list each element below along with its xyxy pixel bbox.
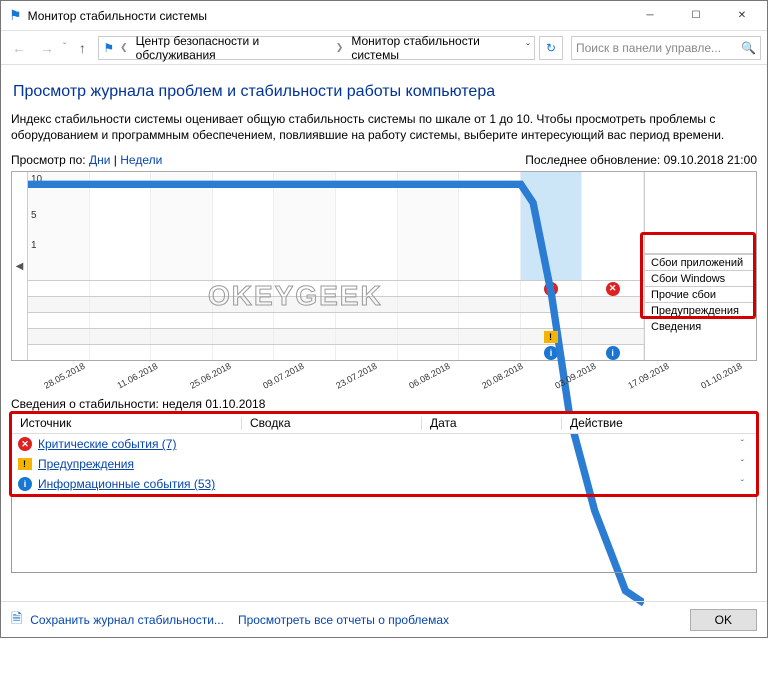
reliability-chart: ◀ 10 5 1 OKEYGEEK ✕✕ ii bbox=[11, 171, 757, 361]
footer: 🗎 Сохранить журнал стабильности... Просм… bbox=[1, 601, 767, 637]
maximize-button[interactable]: ☐ bbox=[673, 1, 719, 30]
search-placeholder: Поиск в панели управле... bbox=[576, 41, 721, 55]
warning-icon bbox=[18, 458, 32, 470]
legend: Сбои приложений Сбои Windows Прочие сбои… bbox=[644, 172, 756, 360]
legend-other-failures: Прочие сбои bbox=[645, 286, 756, 302]
legend-app-failures: Сбои приложений bbox=[645, 254, 756, 270]
view-all-reports-link[interactable]: Просмотреть все отчеты о проблемах bbox=[238, 613, 449, 627]
error-icon: ✕ bbox=[18, 437, 32, 451]
chevron-down-icon[interactable]: ˇ bbox=[741, 479, 750, 490]
back-button[interactable]: ← bbox=[7, 36, 31, 60]
save-report-link[interactable]: Сохранить журнал стабильности... bbox=[30, 613, 224, 627]
row-critical[interactable]: ✕ Критические события (7) ˇ bbox=[12, 434, 756, 454]
search-icon: 🔍 bbox=[741, 41, 756, 55]
info-icon: i bbox=[18, 477, 32, 491]
legend-windows-failures: Сбои Windows bbox=[645, 270, 756, 286]
description: Индекс стабильности системы оценивает об… bbox=[11, 111, 757, 143]
row-warnings[interactable]: Предупреждения ˇ bbox=[12, 454, 756, 474]
chevron-down-icon[interactable]: ˇ bbox=[526, 41, 530, 55]
col-source[interactable]: Источник bbox=[12, 414, 242, 433]
flag-icon: ⚑ bbox=[9, 7, 22, 24]
history-dropdown[interactable]: ˇ bbox=[63, 42, 66, 53]
search-input[interactable]: Поиск в панели управле... 🔍 bbox=[571, 36, 761, 60]
critical-events-link[interactable]: Критические события (7) bbox=[38, 437, 176, 451]
breadcrumb-item-reliability[interactable]: Монитор стабильности системы bbox=[349, 34, 520, 62]
information-link[interactable]: Информационные события (53) bbox=[38, 477, 215, 491]
chevron-down-icon[interactable]: ˇ bbox=[741, 439, 750, 450]
table-header: Источник Сводка Дата Действие bbox=[12, 414, 756, 434]
ok-button[interactable]: OK bbox=[690, 609, 757, 631]
chevron-right-icon: ❮ bbox=[120, 42, 128, 53]
forward-button[interactable]: → bbox=[35, 36, 59, 60]
close-button[interactable]: ✕ bbox=[719, 1, 765, 30]
legend-information: Сведения bbox=[645, 318, 756, 334]
titlebar: ⚑ Монитор стабильности системы ─ ☐ ✕ bbox=[1, 1, 767, 31]
view-days-link[interactable]: Дни bbox=[89, 153, 110, 167]
breadcrumb[interactable]: ⚑ ❮ Центр безопасности и обслуживания ❯ … bbox=[98, 36, 535, 60]
up-button[interactable]: ↑ bbox=[70, 36, 94, 60]
last-update: Последнее обновление: 09.10.2018 21:00 bbox=[525, 153, 757, 167]
toolbar: ← → ˇ ↑ ⚑ ❮ Центр безопасности и обслужи… bbox=[1, 31, 767, 65]
warning-icon[interactable] bbox=[544, 331, 558, 343]
flag-icon: ⚑ bbox=[103, 41, 114, 55]
chart-plot[interactable]: 10 5 1 OKEYGEEK bbox=[28, 172, 644, 280]
col-summary[interactable]: Сводка bbox=[242, 414, 422, 433]
details-table: Источник Сводка Дата Действие ✕ Критичес… bbox=[11, 413, 757, 573]
scroll-left[interactable]: ◀ bbox=[12, 172, 28, 360]
col-action[interactable]: Действие bbox=[562, 414, 756, 433]
chevron-down-icon[interactable]: ˇ bbox=[741, 459, 750, 470]
warnings-link[interactable]: Предупреждения bbox=[38, 457, 134, 471]
chevron-right-icon: ❯ bbox=[336, 42, 344, 53]
save-icon: 🗎 bbox=[11, 608, 22, 632]
view-by: Просмотр по: Дни | Недели bbox=[11, 153, 162, 167]
col-date[interactable]: Дата bbox=[422, 414, 562, 433]
minimize-button[interactable]: ─ bbox=[627, 1, 673, 30]
view-weeks-link[interactable]: Недели bbox=[120, 153, 162, 167]
breadcrumb-item-security[interactable]: Центр безопасности и обслуживания bbox=[134, 34, 330, 62]
window-title: Монитор стабильности системы bbox=[28, 9, 627, 23]
legend-warnings: Предупреждения bbox=[645, 302, 756, 318]
page-title: Просмотр журнала проблем и стабильности … bbox=[13, 83, 757, 101]
row-information[interactable]: i Информационные события (53) ˇ bbox=[12, 474, 756, 494]
refresh-button[interactable]: ↻ bbox=[539, 36, 563, 60]
